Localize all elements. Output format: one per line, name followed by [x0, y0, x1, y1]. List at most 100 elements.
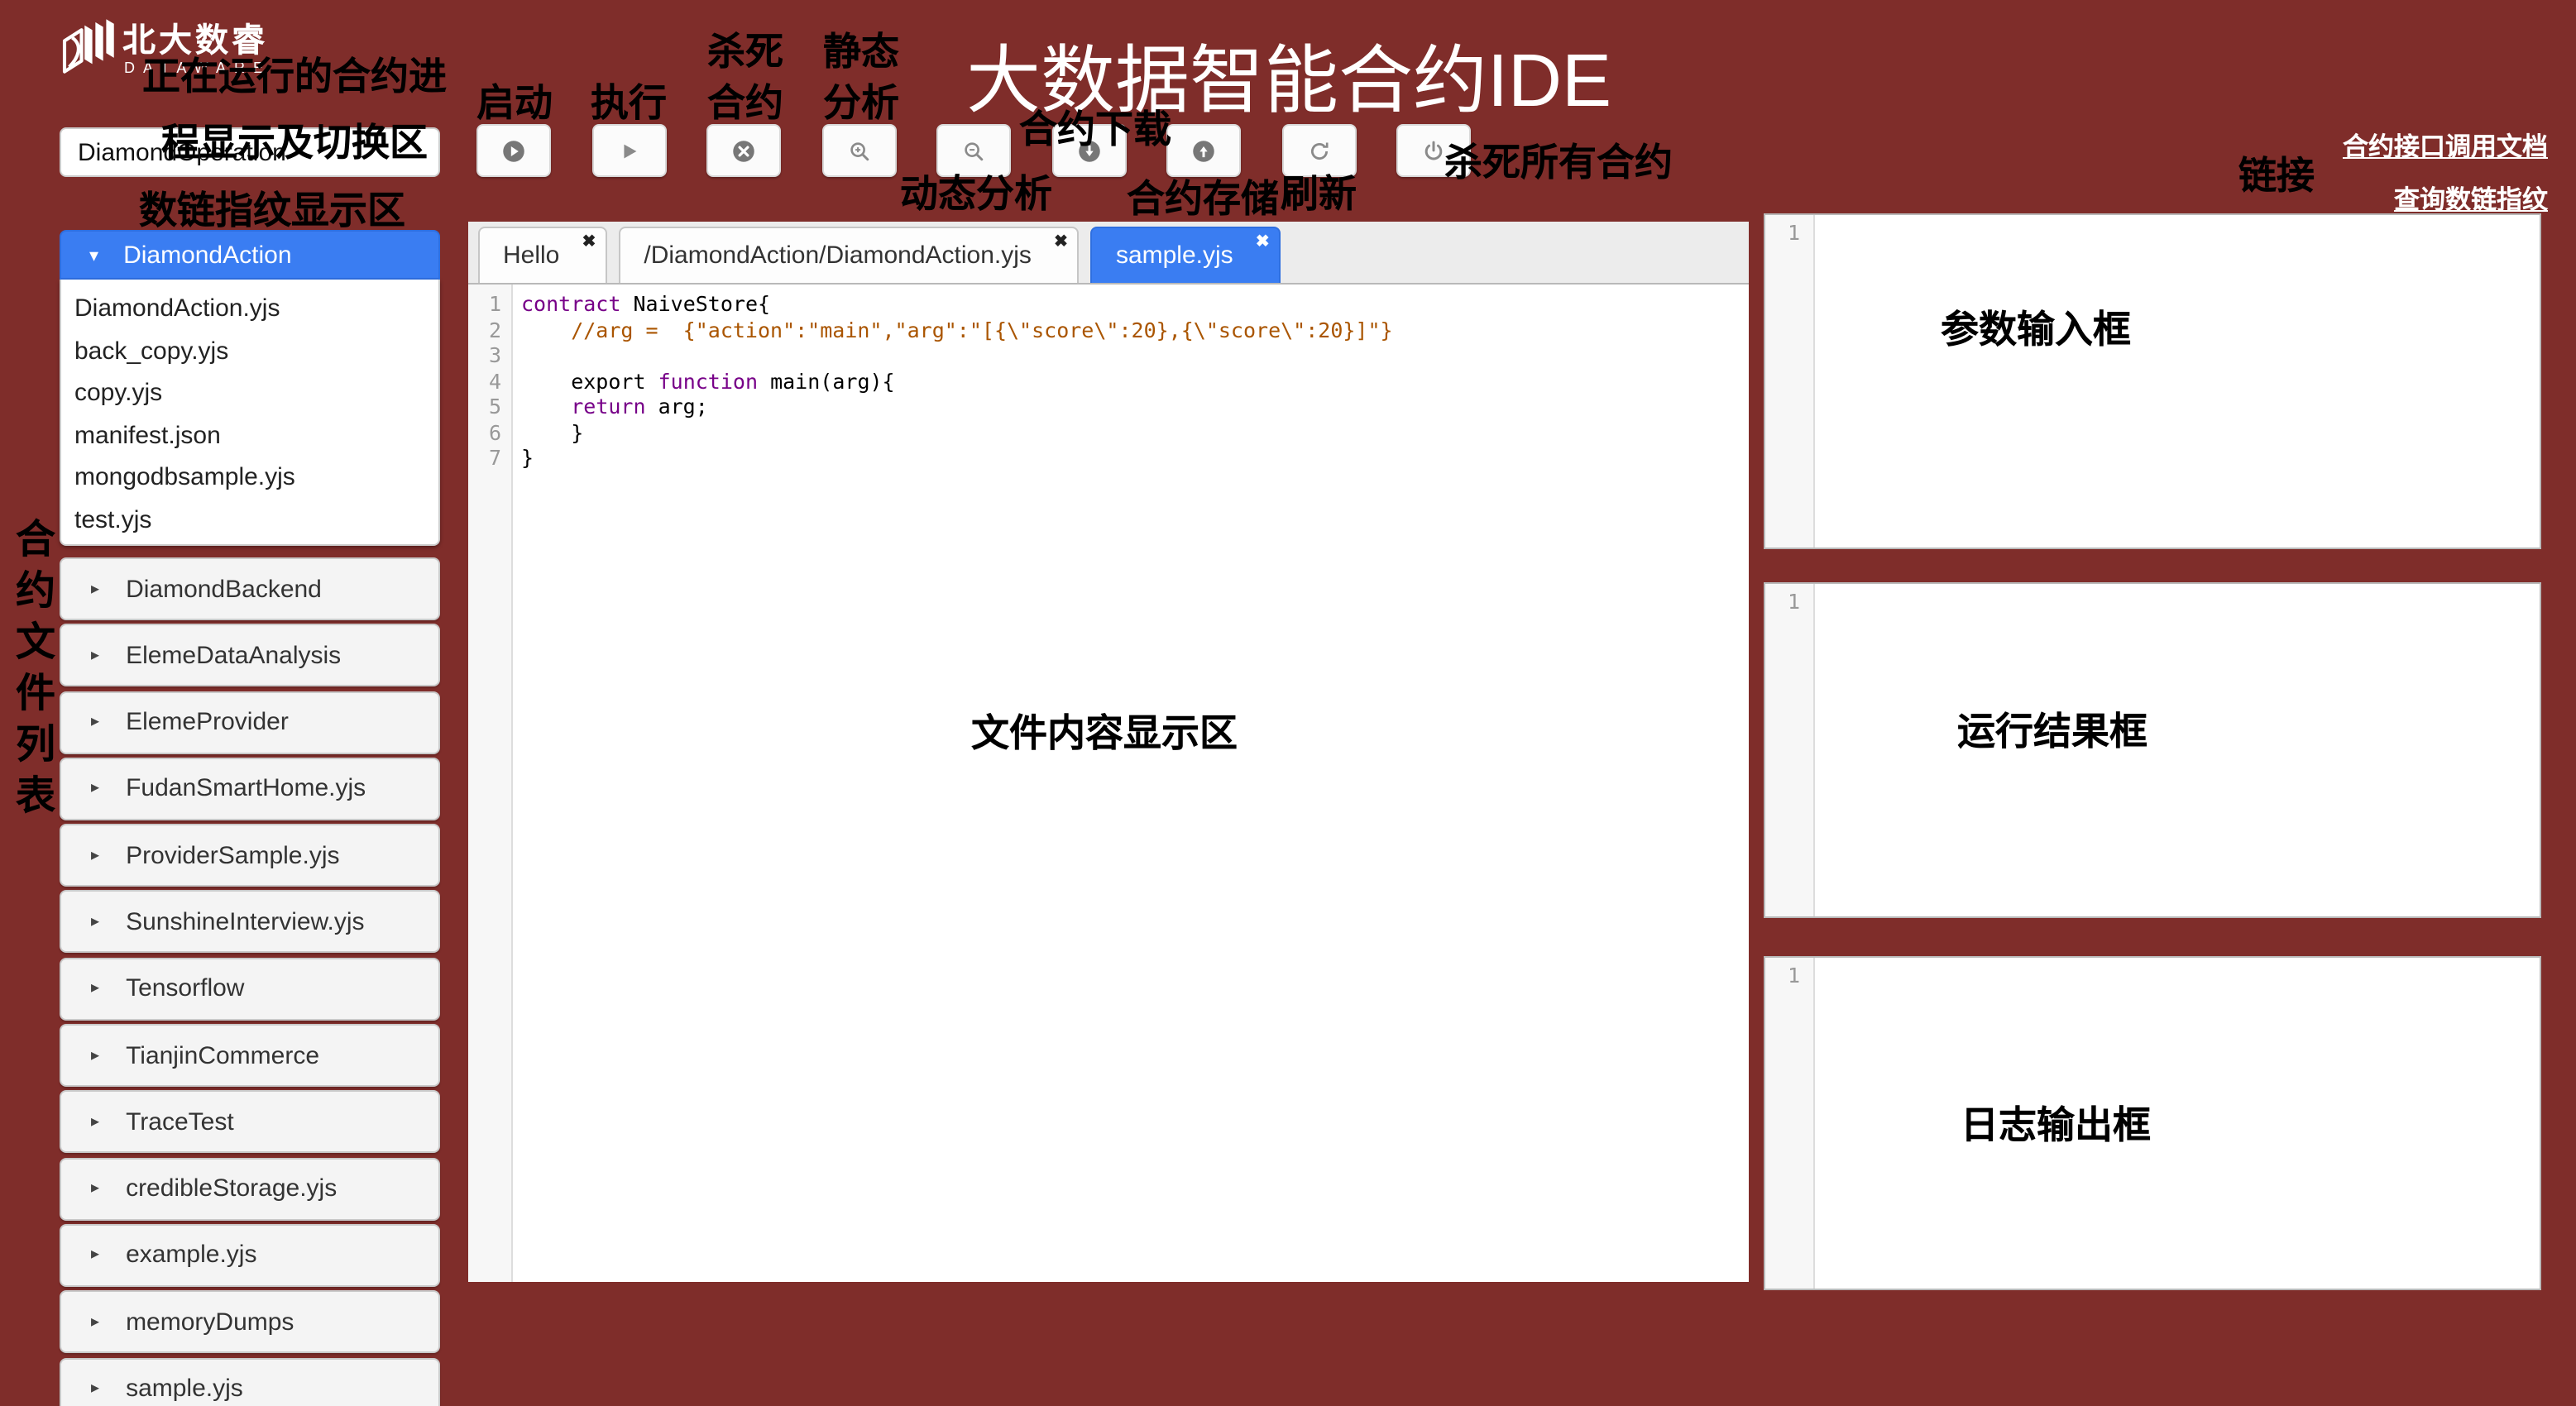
line-number: 1: [1765, 589, 1813, 614]
line-number: 3: [468, 342, 511, 368]
dynamic-analysis-button[interactable]: [936, 124, 1011, 177]
chevron-right-icon: ▸: [91, 1179, 99, 1198]
static-analysis-button[interactable]: [821, 124, 896, 177]
annotation-start-label: 启动: [476, 71, 553, 127]
sidebar-item-label: sample.yjs: [126, 1375, 243, 1403]
sidebar-item-elemeprovider[interactable]: ▸ ElemeProvider: [60, 691, 440, 753]
annotation-log-output: 日志输出框: [1961, 1093, 2151, 1150]
link-query-chain-fingerprint[interactable]: 查询数链指纹: [2394, 180, 2548, 217]
download-icon: [1076, 138, 1101, 163]
run-result-panel[interactable]: 1 运行结果框: [1764, 582, 2541, 918]
sidebar-item-example-yjs[interactable]: ▸ example.yjs: [60, 1224, 440, 1287]
annotation-file-list-vertical: 合约文件列表: [8, 518, 51, 825]
tab-label: Hello: [503, 242, 559, 270]
line-number: 6: [468, 419, 511, 445]
chevron-right-icon: ▸: [91, 713, 99, 731]
line-number: 1: [468, 291, 511, 317]
file-item[interactable]: back_copy.yjs: [61, 330, 438, 372]
execute-button[interactable]: [591, 124, 666, 177]
close-icon[interactable]: ✖: [1054, 233, 1068, 251]
file-item[interactable]: test.yjs: [61, 499, 438, 541]
refresh-icon: [1306, 138, 1331, 163]
file-item[interactable]: mongodbsample.yjs: [61, 457, 438, 499]
file-item[interactable]: manifest.json: [61, 414, 438, 457]
file-item[interactable]: copy.yjs: [61, 372, 438, 414]
annotation-static-analysis-label: 静态分析: [822, 26, 900, 129]
chevron-right-icon: ▸: [91, 980, 99, 998]
annotation-run-result: 运行结果框: [1957, 700, 2147, 756]
annotation-execute-label: 执行: [591, 71, 667, 127]
line-number-gutter: 1: [1765, 958, 1815, 1289]
power-icon: [1421, 138, 1446, 163]
line-number: 7: [468, 445, 511, 471]
sidebar-item-tianjincommerce[interactable]: ▸ TianjinCommerce: [60, 1024, 440, 1087]
sidebar-item-crediblestorage-yjs[interactable]: ▸credibleStorage.yjs: [60, 1157, 440, 1220]
chevron-right-icon: ▸: [91, 1046, 99, 1064]
line-number: 5: [468, 394, 511, 419]
sidebar-item-label: ElemeDataAnalysis: [126, 642, 341, 670]
line-number: 2: [468, 317, 511, 342]
code-line: }: [521, 445, 1393, 471]
tab-label: sample.yjs: [1116, 242, 1233, 270]
chevron-right-icon: ▸: [91, 1380, 99, 1398]
app-root: 北大数睿 DATAWARE 大数据智能合约IDE 正在运行的合约进程显示及切换区…: [0, 0, 2576, 1406]
close-icon[interactable]: ✖: [1256, 233, 1270, 251]
sidebar-item-diamondbackend[interactable]: ▸DiamondBackend: [60, 557, 440, 620]
download-button[interactable]: [1051, 124, 1126, 177]
tab-diamondaction-diamondaction-yjs[interactable]: /DiamondAction/DiamondAction.yjs ✖: [619, 227, 1080, 283]
param-input-editor[interactable]: 参数输入框: [1815, 215, 2540, 548]
line-number: 1: [1765, 220, 1813, 245]
log-output-editor[interactable]: 日志输出框: [1815, 958, 2540, 1289]
line-number-gutter: 1: [1765, 584, 1815, 916]
sidebar-item-label: ElemeProvider: [126, 708, 289, 736]
line-number: 4: [468, 368, 511, 394]
link-contract-api-doc[interactable]: 合约接口调用文档: [2343, 127, 2548, 164]
param-input-panel[interactable]: 1 参数输入框: [1764, 213, 2541, 549]
sidebar-item-label: Tensorflow: [126, 975, 244, 1003]
code-line: //arg = {"action":"main","arg":"[{\"scor…: [521, 317, 1393, 342]
code-line: export function main(arg){: [521, 368, 1393, 394]
contract-file-list: ▸DiamondBackend▸ElemeDataAnalysis▸ElemeP…: [60, 557, 440, 1406]
chevron-right-icon: ▸: [91, 580, 99, 598]
chevron-right-icon: ▸: [91, 1113, 99, 1131]
annotation-param-input: 参数输入框: [1941, 298, 2131, 354]
sidebar-item-providersample-yjs[interactable]: ▸ProviderSample.yjs: [60, 824, 440, 887]
sidebar-item-elemedataanalysis[interactable]: ▸ElemeDataAnalysis: [60, 624, 440, 687]
editor-area: Hello✖/DiamondAction/DiamondAction.yjs✖s…: [468, 222, 1749, 1282]
refresh-button[interactable]: [1281, 124, 1356, 177]
execute-icon: [616, 138, 641, 163]
file-item[interactable]: DiamondAction.yjs: [61, 288, 438, 330]
chevron-right-icon: ▸: [91, 913, 99, 931]
sidebar-item-label: TianjinCommerce: [126, 1041, 319, 1069]
log-output-panel[interactable]: 1 日志输出框: [1764, 956, 2541, 1290]
start-button[interactable]: [476, 124, 551, 177]
annotation-links-label: 链接: [2238, 144, 2315, 200]
sidebar-item-label: example.yjs: [126, 1241, 256, 1270]
code-editor[interactable]: 1234567 contract NaiveStore{ //arg = {"a…: [468, 285, 1749, 1282]
tab-label: /DiamondAction/DiamondAction.yjs: [644, 242, 1032, 270]
tab-hello[interactable]: Hello ✖: [478, 227, 607, 283]
line-number-gutter: 1: [1765, 215, 1815, 548]
kill-contract-button[interactable]: [706, 124, 781, 177]
process-switcher-input[interactable]: [60, 127, 440, 177]
sidebar-item-tensorflow[interactable]: ▸ Tensorflow: [60, 958, 440, 1021]
sidebar-item-fudansmarthome-yjs[interactable]: ▸FudanSmartHome.yjs: [60, 758, 440, 820]
close-icon[interactable]: ✖: [582, 233, 596, 251]
chevron-right-icon: ▸: [91, 846, 99, 864]
sidebar-item-memorydumps[interactable]: ▸memoryDumps: [60, 1291, 440, 1354]
chevron-right-icon: ▸: [91, 780, 99, 798]
chevron-right-icon: ▸: [91, 1246, 99, 1265]
store-button[interactable]: [1166, 124, 1241, 177]
run-result-editor[interactable]: 运行结果框: [1815, 584, 2540, 916]
sidebar-group-diamondaction[interactable]: ▾ DiamondAction: [60, 230, 440, 280]
sidebar-item-sample-yjs[interactable]: ▸ sample.yjs: [60, 1357, 440, 1406]
static-analysis-icon: [846, 138, 871, 163]
tab-sample-yjs[interactable]: sample.yjs ✖: [1091, 227, 1281, 283]
sidebar-item-tracetest[interactable]: ▸TraceTest: [60, 1091, 440, 1154]
tab-bar: Hello✖/DiamondAction/DiamondAction.yjs✖s…: [468, 222, 1749, 285]
line-number-gutter: 1234567: [468, 285, 513, 1282]
power-button[interactable]: [1396, 124, 1471, 177]
annotation-kill-all-label: 杀死所有合约: [1444, 131, 1673, 187]
chevron-down-icon: ▾: [89, 244, 98, 265]
sidebar-item-sunshineinterview-yjs[interactable]: ▸SunshineInterview.yjs: [60, 891, 440, 954]
